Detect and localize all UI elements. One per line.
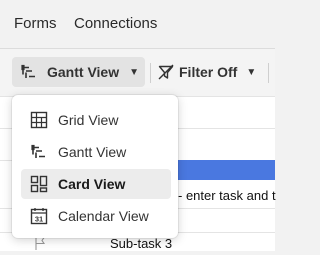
grid-selected-header [178, 160, 275, 180]
chevron-down-icon: ▼ [246, 66, 257, 78]
gantt-icon [20, 63, 38, 81]
menu-item-grid-view[interactable]: Grid View [21, 105, 171, 135]
menu-item-gantt-view[interactable]: Gantt View [21, 137, 171, 167]
tab-connections[interactable]: Connections [74, 15, 157, 32]
grid-cell-text[interactable]: Sub-task 3 [110, 236, 172, 251]
menu-item-label: Card View [58, 176, 126, 192]
grid-cell-text[interactable]: - enter task and t [178, 188, 276, 203]
filter-button[interactable]: Filter Off ▼ [157, 57, 256, 87]
filter-off-icon [157, 63, 175, 81]
menu-item-label: Grid View [58, 112, 119, 128]
view-switcher-label: Gantt View [47, 64, 120, 80]
menu-item-card-view[interactable]: Card View [21, 169, 171, 199]
grid-icon [29, 110, 49, 130]
toolbar-divider [150, 63, 151, 83]
toolbar: Gantt View ▼ Filter Off ▼ [0, 49, 275, 96]
toolbar-divider [268, 63, 269, 83]
menu-item-label: Gantt View [58, 144, 127, 160]
calendar-day-number: 31 [35, 215, 43, 224]
menu-item-calendar-view[interactable]: 31 Calendar View [21, 201, 171, 231]
top-nav: Forms Connections [0, 0, 275, 48]
tab-forms[interactable]: Forms [14, 15, 57, 32]
flag-icon[interactable] [34, 236, 46, 255]
chevron-down-icon: ▼ [129, 66, 139, 78]
gantt-icon [29, 142, 49, 162]
filter-label: Filter Off [179, 64, 238, 80]
view-switcher-button[interactable]: Gantt View ▼ [12, 57, 145, 87]
card-icon [29, 174, 49, 194]
calendar-icon: 31 [29, 206, 49, 226]
view-menu: Grid View Gantt View Card View 31 Calend… [12, 95, 178, 238]
menu-item-label: Calendar View [58, 208, 149, 224]
